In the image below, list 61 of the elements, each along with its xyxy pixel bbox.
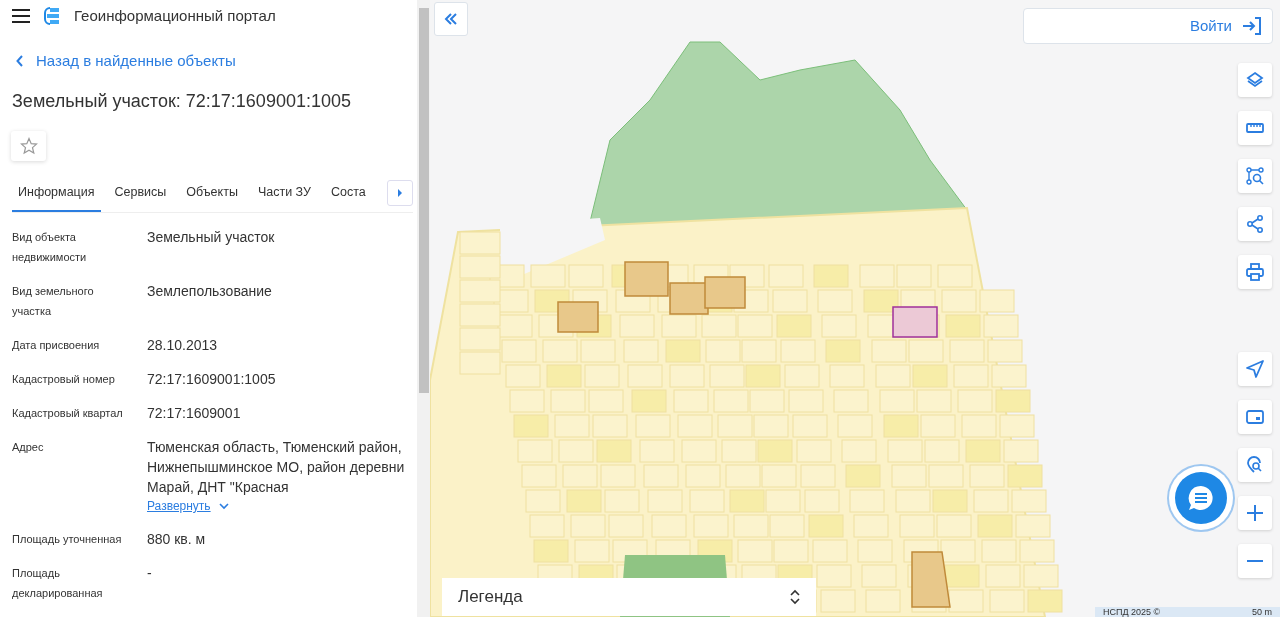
- expand-link[interactable]: Развернуть: [147, 497, 229, 515]
- area-search-button[interactable]: [1238, 159, 1272, 193]
- navigation-arrow-icon: [1246, 360, 1264, 378]
- object-title: Земельный участок: 72:17:1609001:1005: [12, 90, 352, 114]
- favorite-button[interactable]: [11, 131, 46, 162]
- field-value: 72:17:1609001:1005: [147, 370, 276, 389]
- caret-right-icon: [397, 188, 403, 197]
- login-icon: [1242, 17, 1262, 35]
- print-icon: [1246, 263, 1264, 281]
- chevron-down-icon: [218, 502, 229, 510]
- layers-button[interactable]: [1238, 63, 1272, 97]
- share-button[interactable]: [1238, 207, 1272, 241]
- field-label: Площадь декларированная: [12, 566, 104, 601]
- field-label: Вид земельного участка: [12, 284, 95, 319]
- star-icon: [19, 137, 38, 156]
- field-label: Дата присвоения: [12, 338, 101, 353]
- logo-icon: [44, 7, 60, 25]
- zoom-in-icon: [1246, 504, 1264, 522]
- scrollbar-thumb[interactable]: [418, 8, 429, 393]
- chat-icon: [1187, 484, 1215, 512]
- portal-title: Геоинформационный портал: [74, 5, 276, 26]
- field-value: 72:17:1609001: [147, 404, 241, 423]
- field-label: Адрес: [12, 440, 45, 455]
- layers-icon: [1246, 71, 1264, 89]
- collapse-panel-button[interactable]: [434, 2, 468, 36]
- field-value: 28.10.2013: [147, 336, 218, 355]
- tab[interactable]: Объекты: [180, 173, 244, 212]
- print-button[interactable]: [1238, 255, 1272, 289]
- field-label: Вид объекта недвижимости: [12, 230, 88, 265]
- attribution-text: НСПД 2025 ©: [1103, 607, 1161, 617]
- minimap-icon: [1246, 408, 1264, 426]
- ruler-button[interactable]: [1238, 111, 1272, 145]
- zoom-in-button[interactable]: [1238, 496, 1272, 530]
- navigation-arrow-button[interactable]: [1238, 352, 1272, 386]
- up-down-chevron-icon: [790, 589, 800, 605]
- field-value: -: [147, 564, 152, 583]
- menu-button[interactable]: [12, 9, 30, 23]
- field-value: Земельный участок: [147, 228, 275, 247]
- field-value: 880 кв. м: [147, 530, 206, 549]
- minimap-button[interactable]: [1238, 400, 1272, 434]
- login-button[interactable]: Войти: [1023, 8, 1273, 44]
- back-link[interactable]: Назад в найденные объекты: [0, 32, 417, 73]
- field-label: Площадь уточненная: [12, 532, 123, 547]
- tab[interactable]: Сервисы: [108, 173, 173, 212]
- field-label: Кадастровый номер: [12, 372, 116, 387]
- tab[interactable]: Части ЗУ: [251, 173, 317, 212]
- menu-icon: [12, 9, 30, 23]
- tab[interactable]: Информация: [12, 173, 101, 212]
- location-search-button[interactable]: [1238, 448, 1272, 482]
- area-search-icon: [1246, 167, 1264, 185]
- scale-label: 50 m: [1252, 607, 1272, 617]
- zoom-out-button[interactable]: [1238, 544, 1272, 578]
- field-value: Тюменская область, Тюменский район, Нижнепышминское МО, район деревни Марай, ДНТ "Красная: [147, 438, 405, 497]
- field-label: Кадастровый квартал: [12, 406, 124, 421]
- chevron-left-icon: [16, 55, 24, 68]
- field-value: Землепользование: [147, 282, 272, 301]
- location-search-icon: [1246, 456, 1264, 474]
- share-icon: [1246, 215, 1264, 233]
- legend-panel[interactable]: Легенда: [442, 578, 816, 616]
- double-chevron-left-icon: [444, 13, 458, 25]
- tab[interactable]: Соста: [325, 173, 372, 212]
